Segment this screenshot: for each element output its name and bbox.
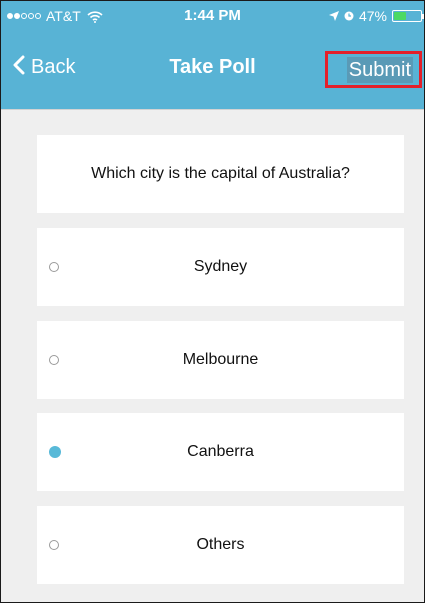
- option-label: Sydney: [193, 258, 248, 275]
- nav-divider: [1, 109, 424, 110]
- option-canberra[interactable]: Canberra: [37, 413, 404, 491]
- option-sydney[interactable]: Sydney: [37, 228, 404, 306]
- option-label: Canberra: [187, 443, 254, 460]
- alarm-clock-icon: [344, 8, 354, 24]
- submit-button[interactable]: Submit: [325, 51, 422, 88]
- option-label: Others: [196, 536, 245, 553]
- submit-label: Submit: [346, 56, 413, 83]
- battery-tip: [422, 14, 424, 19]
- status-bar: AT&T 1:44 PM 47%: [1, 1, 424, 31]
- option-melbourne[interactable]: Melbourne: [37, 321, 404, 399]
- location-arrow-icon: [328, 8, 339, 24]
- battery-level: [394, 12, 406, 20]
- option-others[interactable]: Others: [37, 506, 404, 584]
- bottom-edge: [1, 598, 424, 602]
- phone-screen: AT&T 1:44 PM 47% Back Take Poll Submit W…: [0, 0, 425, 603]
- battery-icon: [392, 10, 424, 22]
- status-right: 47%: [328, 8, 424, 24]
- battery-percent: 47%: [358, 8, 387, 24]
- option-label: Melbourne: [182, 351, 259, 368]
- question-text: Which city is the capital of Australia?: [91, 165, 350, 182]
- question-card: Which city is the capital of Australia?: [37, 135, 404, 213]
- navigation-bar: Back Take Poll Submit: [1, 31, 424, 109]
